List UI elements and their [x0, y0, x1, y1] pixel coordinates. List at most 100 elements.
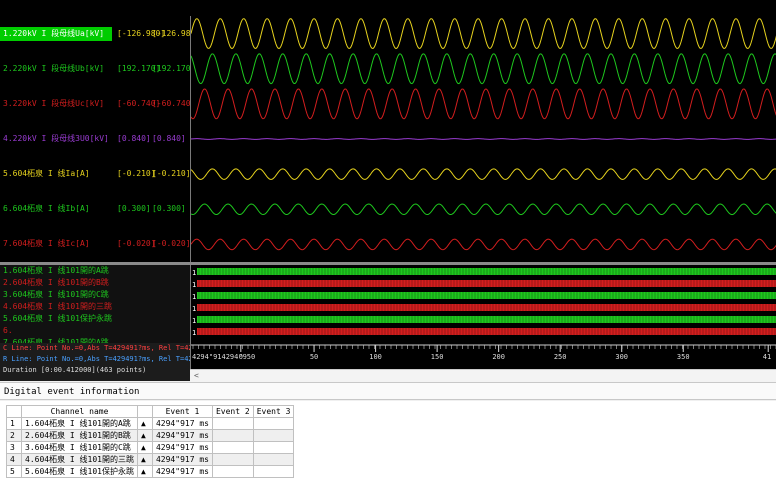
table-row[interactable]: 5 5.604柘泉 I 线101保护永跳 ▲ 4294"917 ms: [6, 465, 295, 478]
digital-state-bar: [197, 304, 776, 311]
digital-channel-row[interactable]: 5.604柘泉 I 线101保护永跳: [0, 313, 190, 325]
title-bar: [0, 0, 776, 16]
row-index: 5: [6, 465, 22, 478]
analog-waveform-line: [190, 168, 776, 180]
axis-tick-label: 200: [492, 353, 505, 361]
analog-channel-value-r: [-0.210]: [152, 169, 190, 179]
axis-tick-label: 350: [677, 353, 690, 361]
scroll-left-icon[interactable]: <: [190, 371, 199, 380]
digital-channel-row[interactable]: 1.604柘泉 I 线101開的A跳: [0, 265, 190, 277]
digital-waveform-area[interactable]: 1 1 1 1 1 1: [190, 265, 776, 343]
analog-channel-name: 6.604柘泉 I 线Ib[A]: [3, 204, 90, 214]
analog-channel-row[interactable]: 7.604柘泉 I 线Ic[A] [-0.020] [-0.020]: [0, 237, 190, 251]
row-event3: [252, 429, 295, 442]
row-event3: [252, 417, 295, 430]
col-marker-header: [136, 405, 153, 418]
analog-channel-row[interactable]: 6.604柘泉 I 线Ib[A] [0.300] [0.300]: [0, 202, 190, 216]
axis-tick-label: 150: [431, 353, 444, 361]
table-row[interactable]: 4 4.604柘泉 I 线101開的三跳 ▲ 4294"917 ms: [6, 453, 295, 466]
analog-waveform-line: [190, 238, 776, 251]
digital-event-table-wrap: Channel name Event 1 Event 2 Event 3 1 1.…: [0, 401, 776, 491]
row-channel-name: 4.604柘泉 I 线101開的三跳: [21, 453, 138, 466]
digital-channel-row[interactable]: 4.604柘泉 I 线101開的三跳: [0, 301, 190, 313]
c-line-info: C Line: Point No.=0,Abs T=429491?ms, Rel…: [3, 344, 190, 352]
analog-channel-value-c: [0.300]: [117, 204, 151, 214]
digital-state-bar: [197, 268, 776, 275]
row-index: 2: [6, 429, 22, 442]
analog-waveform-area[interactable]: [190, 16, 776, 262]
row-event1: 4294"917 ms: [151, 429, 213, 442]
table-row[interactable]: 1 1.604柘泉 I 线101開的A跳 ▲ 4294"917 ms: [6, 417, 295, 430]
cursor-info-panel: C Line: Point No.=0,Abs T=429491?ms, Rel…: [0, 343, 190, 381]
row-channel-name: 1.604柘泉 I 线101開的A跳: [21, 417, 138, 430]
analog-channel-row[interactable]: 4.220kV I 段母线3U0[kV] [0.840] [0.840]: [0, 132, 190, 146]
row-channel-name: 5.604柘泉 I 线101保护永跳: [21, 465, 138, 478]
horizontal-scrollbar[interactable]: <: [190, 369, 776, 382]
row-index: 3: [6, 441, 22, 454]
analog-waveform-line: [190, 203, 776, 216]
analog-channel-row[interactable]: 5.604柘泉 I 线Ia[A] [-0.210] [-0.210]: [0, 167, 190, 181]
event-marker-icon: ▲: [136, 417, 153, 430]
analog-channel-row[interactable]: 2.220kV I 段母线Ub[kV][192.170][192.170]: [0, 62, 190, 76]
analog-channel-value-r: [0.300]: [152, 204, 186, 214]
analog-waveform-line: [190, 88, 776, 120]
row-event2: [211, 453, 254, 466]
digital-channel-row[interactable]: 3.604柘泉 I 线101開的C跳: [0, 289, 190, 301]
digital-channel-list: 1.604柘泉 I 线101開的A跳 2.604柘泉 I 线101開的B跳 3.60…: [0, 265, 190, 343]
analog-waveform-line: [190, 18, 776, 50]
analog-channel-value-r: [-0.020]: [152, 239, 190, 249]
digital-channel-row[interactable]: 6.: [0, 325, 190, 337]
row-event3: [252, 441, 295, 454]
digital-event-section-title: Digital event information: [0, 382, 776, 400]
analog-channel-name: 3.220kV I 段母线Uc[kV]: [3, 98, 105, 108]
row-event3: [252, 453, 295, 466]
digital-state-bar: [197, 280, 776, 287]
analog-channel-row[interactable]: 3.220kV I 段母线Uc[kV][-60.740][-60.740]: [0, 97, 190, 111]
col-event1-header[interactable]: Event 1: [151, 405, 213, 418]
table-header-row: Channel name Event 1 Event 2 Event 3: [6, 405, 295, 418]
digital-state-bar: [197, 328, 776, 335]
analog-channel-value-c: [0.840]: [117, 134, 151, 143]
analog-channel-name: 7.604柘泉 I 线Ic[A]: [3, 239, 90, 249]
analog-channel-value-r: [192.170]: [152, 63, 190, 73]
digital-channel-row[interactable]: 2.604柘泉 I 线101開的B跳: [0, 277, 190, 289]
event-marker-icon: ▲: [136, 453, 153, 466]
digital-state-label: 1: [192, 293, 196, 301]
event-marker-icon: ▲: [136, 429, 153, 442]
row-index: 4: [6, 453, 22, 466]
col-channel-name-header[interactable]: Channel name: [21, 405, 138, 418]
table-row[interactable]: 2 2.604柘泉 I 线101開的B跳 ▲ 4294"917 ms: [6, 429, 295, 442]
time-axis-svg: 4294"914294"9500 50 100 150 200 250 300 350 41: [191, 344, 776, 361]
time-axis: 4294"914294"950 0 50 100 150 200 250 300 350 41: [190, 343, 776, 369]
digital-state-label: 1: [192, 269, 196, 277]
analog-waveform-line: [190, 138, 776, 140]
row-channel-name: 3.604柘泉 I 线101開的C跳: [21, 441, 138, 454]
table-row[interactable]: 3 3.604柘泉 I 线101開的C跳 ▲ 4294"917 ms: [6, 441, 295, 454]
row-event2: [211, 465, 254, 478]
analog-channel-value-r: [-126.980]: [152, 28, 190, 38]
row-event2: [211, 429, 254, 442]
analog-channel-list: 1.220kV I 段母线Ua[kV][-126.980][-126.980]2…: [0, 16, 190, 262]
axis-tick-label: 100: [369, 353, 382, 361]
digital-state-bar: [197, 292, 776, 299]
analog-channel-name: 4.220kV I 段母线3U0[kV]: [3, 134, 109, 143]
analog-channel-row[interactable]: 1.220kV I 段母线Ua[kV][-126.980][-126.980]: [0, 26, 190, 41]
analog-channel-value-r: [0.840]: [152, 134, 186, 143]
digital-event-table: Channel name Event 1 Event 2 Event 3 1 1.…: [6, 405, 295, 478]
row-event1: 4294"917 ms: [151, 453, 213, 466]
axis-tick-label: 50: [310, 353, 318, 361]
row-event1: 4294"917 ms: [151, 465, 213, 478]
event-marker-icon: ▲: [136, 441, 153, 454]
row-index: 1: [6, 417, 22, 430]
row-event3: [252, 465, 295, 478]
row-channel-name: 2.604柘泉 I 线101開的B跳: [21, 429, 138, 442]
col-event2-header[interactable]: Event 2: [211, 405, 254, 418]
row-event1: 4294"917 ms: [151, 441, 213, 454]
row-event1: 4294"917 ms: [151, 417, 213, 430]
analog-channel-value-c: [-0.210]: [117, 169, 156, 179]
axis-start-label: 4294"914294"950: [192, 353, 255, 361]
axis-tick-label: 41: [763, 353, 771, 361]
digital-state-label: 1: [192, 317, 196, 325]
col-event3-header[interactable]: Event 3: [252, 405, 295, 418]
analog-channel-name: 1.220kV I 段母线Ua[kV]: [0, 26, 112, 41]
